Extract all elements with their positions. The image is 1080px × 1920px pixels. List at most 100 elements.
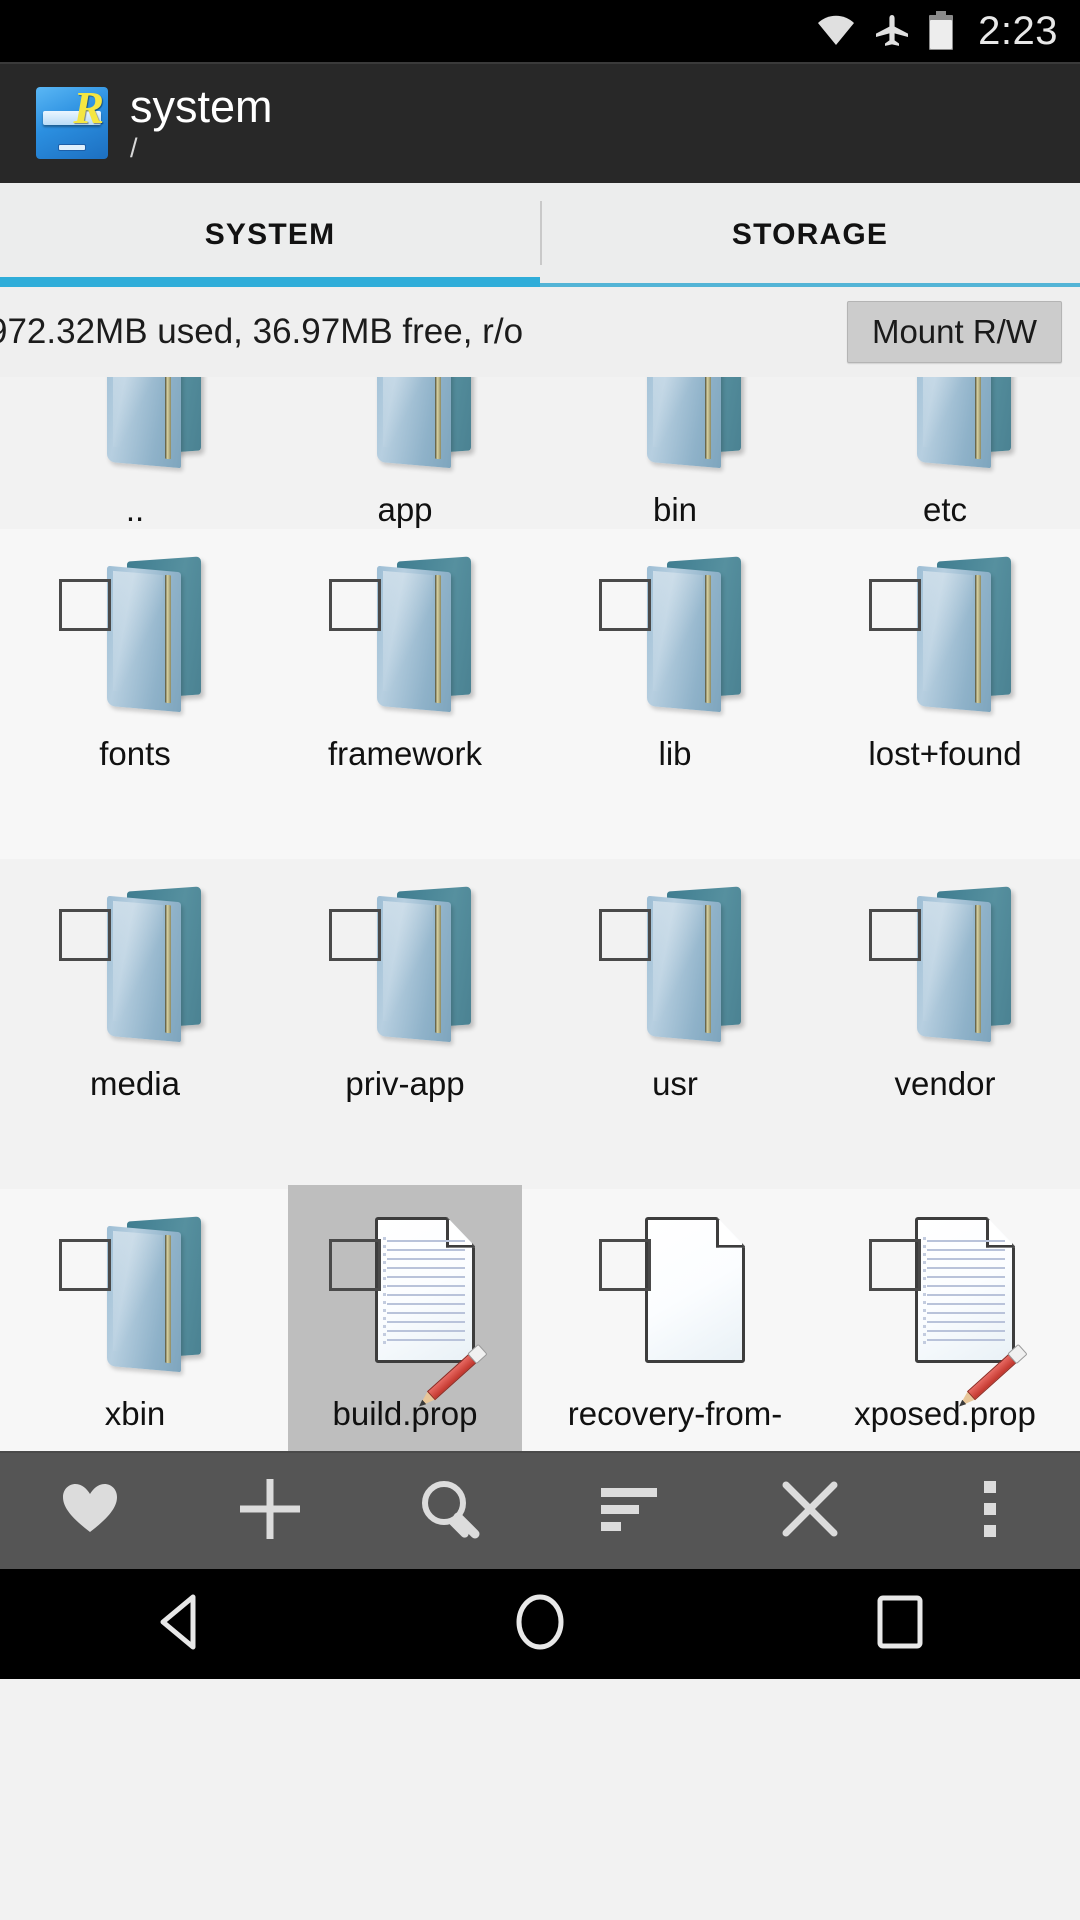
folder-item-media[interactable]: media [0,859,270,1189]
nav-recents-button[interactable] [720,1594,1080,1655]
item-checkbox[interactable] [599,1239,651,1291]
favorites-button[interactable] [0,1453,180,1569]
wifi-icon [816,15,856,47]
item-icon [597,875,753,1061]
item-label: lost+found [868,735,1022,772]
bottom-toolbar [0,1451,1080,1569]
item-label: framework [327,735,483,772]
search-button[interactable] [360,1453,540,1569]
tab-divider [540,201,542,265]
item-label: recovery-from- [567,1395,783,1432]
storage-info-text: 972.32MB used, 36.97MB free, r/o [0,312,524,351]
folder-item-fonts[interactable]: fonts [0,529,270,859]
document-blank-icon [645,1217,745,1363]
close-button[interactable] [720,1453,900,1569]
item-icon [57,377,213,487]
item-checkbox[interactable] [59,1239,111,1291]
tab-storage-label: STORAGE [731,218,889,251]
root-explorer-icon[interactable]: R [36,86,108,159]
mount-bar: 972.32MB used, 36.97MB free, r/o Mount R… [0,287,1080,377]
document-edit-icon [375,1217,488,1363]
breadcrumb-path: / [130,132,138,163]
folder-item-app[interactable]: app [270,377,540,529]
file-grid[interactable]: .. app bin etc fonts framework lib lost+found me… [0,377,1080,1451]
folder-item-etc[interactable]: etc [810,377,1080,529]
app-bar: R system / [0,62,1080,183]
folder-icon [641,556,745,713]
item-checkbox[interactable] [329,1239,381,1291]
folder-item-lost-found[interactable]: lost+found [810,529,1080,859]
folder-item-lib[interactable]: lib [540,529,810,859]
recents-square-icon [876,1594,924,1655]
airplane-mode-icon [874,13,910,49]
item-label: usr [652,1065,698,1102]
android-nav-bar [0,1569,1080,1679]
item-checkbox[interactable] [59,909,111,961]
folder-item-priv-app[interactable]: priv-app [270,859,540,1189]
status-bar: 2:23 [0,0,1080,62]
folder-item-xbin[interactable]: xbin [0,1189,270,1451]
item-icon [867,1205,1028,1391]
folder-icon [911,886,1015,1043]
item-label: etc [922,491,968,528]
item-checkbox[interactable] [599,909,651,961]
folder-icon [371,886,475,1043]
folder-item--[interactable]: .. [0,377,270,529]
plus-icon [238,1477,302,1546]
nav-home-button[interactable] [360,1592,720,1657]
item-icon [867,875,1023,1061]
file-item-xposed-prop[interactable]: xposed.prop [810,1189,1080,1451]
search-icon [419,1478,481,1545]
add-button[interactable] [180,1453,360,1569]
item-icon [327,377,483,487]
item-label: media [90,1065,180,1102]
file-grid-row: xbin build.prop recovery-from-xposed.prop [0,1185,1080,1451]
battery-icon [928,11,954,51]
item-checkbox[interactable] [599,579,651,631]
item-label: priv-app [345,1065,465,1102]
item-label: fonts [99,735,171,772]
tab-bar: SYSTEM STORAGE [0,183,1080,287]
folder-icon [911,377,1015,469]
item-icon [57,545,213,731]
item-icon [867,545,1023,731]
item-label: xbin [104,1395,166,1432]
item-checkbox[interactable] [59,579,111,631]
item-checkbox[interactable] [869,909,921,961]
folder-item-bin[interactable]: bin [540,377,810,529]
page-title: system [130,80,273,132]
file-grid-row: media priv-app usr vendor [0,859,1080,1189]
sort-icon [599,1484,661,1539]
item-label: app [377,491,433,528]
item-icon [867,377,1023,487]
file-grid-row: .. app bin etc [0,377,1080,529]
mount-rw-button[interactable]: Mount R/W [846,301,1062,363]
more-vertical-icon [982,1479,998,1544]
item-label: build.prop [332,1395,478,1432]
folder-item-framework[interactable]: framework [270,529,540,859]
tab-system-label: SYSTEM [204,218,336,251]
overflow-button[interactable] [900,1453,1080,1569]
item-label: vendor [894,1065,996,1102]
folder-icon [371,377,475,469]
folder-item-vendor[interactable]: vendor [810,859,1080,1189]
item-checkbox[interactable] [329,909,381,961]
folder-icon [101,556,205,713]
item-icon [327,875,483,1061]
tab-system[interactable]: SYSTEM [0,183,540,287]
item-icon [327,1205,488,1391]
folder-icon [101,1216,205,1373]
sort-button[interactable] [540,1453,720,1569]
app-bar-top-divider [0,62,1080,64]
item-checkbox[interactable] [869,579,921,631]
file-item-recovery-from-[interactable]: recovery-from- [540,1189,810,1451]
item-checkbox[interactable] [869,1239,921,1291]
item-checkbox[interactable] [329,579,381,631]
tab-storage[interactable]: STORAGE [540,183,1080,287]
folder-icon [371,556,475,713]
folder-item-usr[interactable]: usr [540,859,810,1189]
file-item-build-prop[interactable]: build.prop [270,1185,540,1451]
status-bar-clock: 2:23 [978,8,1058,53]
nav-back-button[interactable] [0,1593,360,1656]
item-icon [57,875,213,1061]
